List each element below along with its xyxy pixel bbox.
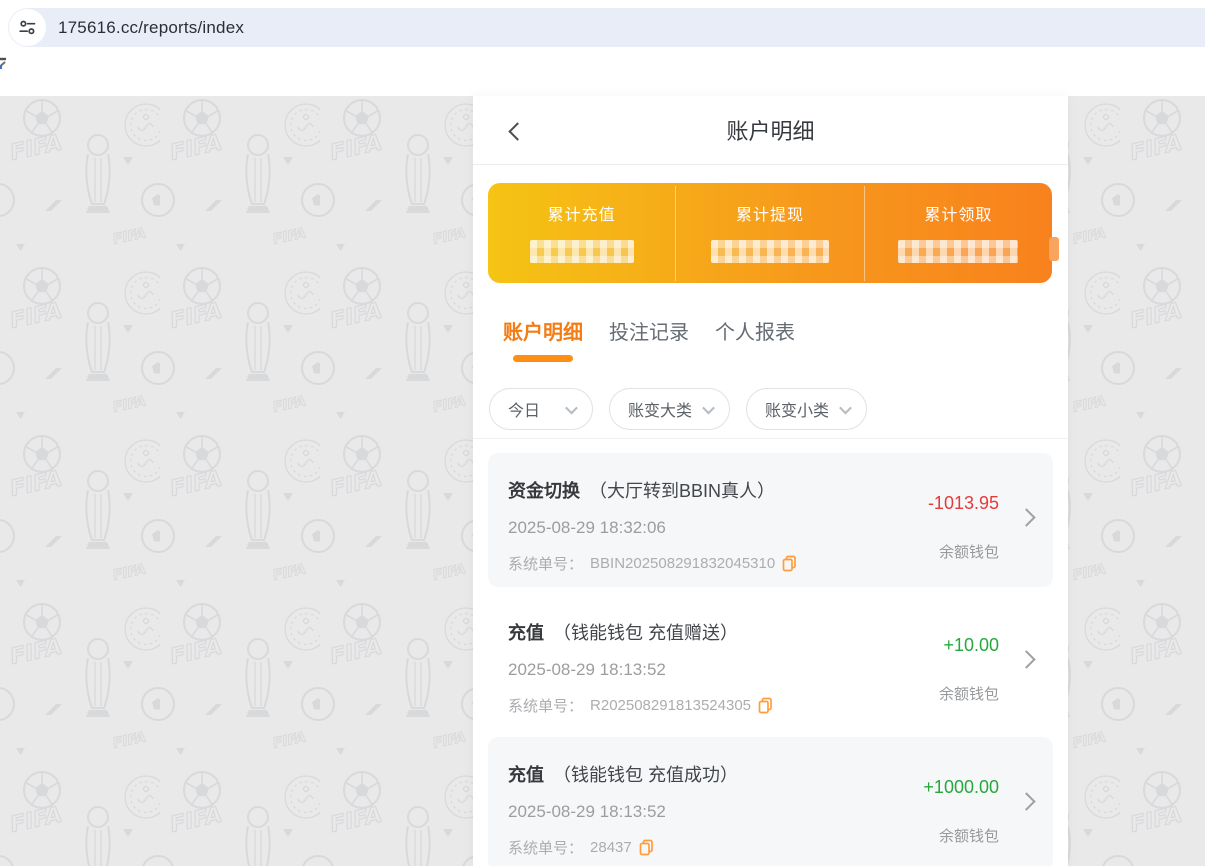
transaction-row[interactable]: 充值 （钱能钱包 充值成功） 2025-08-29 18:13:52 系统单号： 2… [488,737,1053,866]
txn-amount-col: +1000.00 余额钱包 [863,763,1033,866]
filter-date-dropdown[interactable]: 今日 [489,388,593,430]
divider [473,438,1068,439]
txn-type: 充值 [508,765,544,785]
window-edge [1205,0,1209,866]
txn-info: 充值 （钱能钱包 充值赠送） 2025-08-29 18:13:52 系统单号： R… [508,621,863,729]
copy-icon[interactable] [758,697,773,714]
summary-col-withdraw: 累计提现 [675,186,863,281]
tab-bet-records[interactable]: 投注记录 [609,318,689,362]
copy-icon[interactable] [782,555,797,572]
txn-detail: （钱能钱包 充值赠送） [553,623,738,643]
filter-label: 账变小类 [765,397,829,421]
txn-wallet: 余额钱包 [939,683,999,704]
txn-amount: -1013.95 [928,493,999,514]
summary-label: 累计领取 [865,201,1052,225]
txn-amount: +1000.00 [923,777,999,798]
summary-col-claim: 累计领取 [864,186,1052,281]
txn-type: 资金切换 [508,481,580,501]
chevron-down-icon [839,401,852,414]
txn-info: 充值 （钱能钱包 充值成功） 2025-08-29 18:13:52 系统单号： 2… [508,763,863,866]
transaction-list: 资金切换 （大厅转到BBIN真人） 2025-08-29 18:32:06 系统单… [488,453,1053,866]
txn-type: 充值 [508,623,544,643]
order-number: R202508291813524305 [590,697,751,714]
txn-time: 2025-08-29 18:13:52 [508,660,863,680]
txn-wallet: 余额钱包 [939,541,999,562]
screen: 175616.cc/reports/index [0,0,1209,866]
summary-col-deposit: 累计充值 [488,186,675,281]
order-number: 28437 [590,839,632,856]
order-label: 系统单号： [508,695,583,716]
txn-wallet: 余额钱包 [939,825,999,846]
tab-bar: 账户明细 投注记录 个人报表 [503,318,1038,362]
summary-label: 累计充值 [488,201,675,225]
txn-amount-col: +10.00 余额钱包 [863,621,1033,729]
tab-personal-report[interactable]: 个人报表 [715,318,795,362]
order-number: BBIN202508291832045310 [590,555,775,572]
txn-amount: +10.00 [943,635,999,656]
txn-time: 2025-08-29 18:13:52 [508,802,863,822]
blurred-value [898,240,1018,263]
txn-detail: （大厅转到BBIN真人） [589,481,775,501]
site-settings-chip[interactable] [9,9,46,46]
carousel-peek-tab [1049,237,1059,261]
filter-major-type-dropdown[interactable]: 账变大类 [609,388,730,430]
account-detail-panel: 账户明细 累计充值 累计提现 累计领取 账户明细 投注记录 个人报表 [473,96,1068,866]
txn-info: 资金切换 （大厅转到BBIN真人） 2025-08-29 18:32:06 系统单… [508,479,863,587]
blurred-value [530,240,634,263]
chevron-left-icon [508,122,526,140]
txn-title: 充值 （钱能钱包 充值成功） [508,763,863,787]
filter-bar: 今日 账变大类 账变小类 [489,388,1052,430]
order-label: 系统单号： [508,553,583,574]
tune-icon [18,18,37,37]
filter-label: 今日 [508,397,540,421]
txn-time: 2025-08-29 18:32:06 [508,518,863,538]
page-title: 账户明细 [726,114,814,146]
summary-card: 累计充值 累计提现 累计领取 [488,183,1052,283]
txn-detail: （钱能钱包 充值成功） [553,765,738,785]
txn-order: 系统单号： 28437 [508,837,863,858]
copy-icon[interactable] [639,839,654,856]
txn-title: 资金切换 （大厅转到BBIN真人） [508,479,863,503]
transaction-row[interactable]: 资金切换 （大厅转到BBIN真人） 2025-08-29 18:32:06 系统单… [488,453,1053,587]
order-label: 系统单号： [508,837,583,858]
txn-order: 系统单号： R202508291813524305 [508,695,863,716]
panel-header: 账户明细 [473,96,1068,165]
summary-label: 累计提现 [676,201,863,225]
txn-order: 系统单号： BBIN202508291832045310 [508,553,863,574]
blurred-value [711,240,829,263]
back-button[interactable] [505,122,529,146]
chevron-down-icon [565,401,578,414]
url-text[interactable]: 175616.cc/reports/index [58,18,244,38]
address-bar[interactable]: 175616.cc/reports/index [8,8,1209,47]
tab-account-detail[interactable]: 账户明细 [503,318,583,362]
filter-minor-type-dropdown[interactable]: 账变小类 [746,388,867,430]
txn-amount-col: -1013.95 余额钱包 [863,479,1033,587]
chevron-down-icon [702,401,715,414]
clipped-text-fragment [0,57,11,77]
transaction-row[interactable]: 充值 （钱能钱包 充值赠送） 2025-08-29 18:13:52 系统单号： R… [488,595,1053,729]
txn-title: 充值 （钱能钱包 充值赠送） [508,621,863,645]
filter-label: 账变大类 [628,397,692,421]
